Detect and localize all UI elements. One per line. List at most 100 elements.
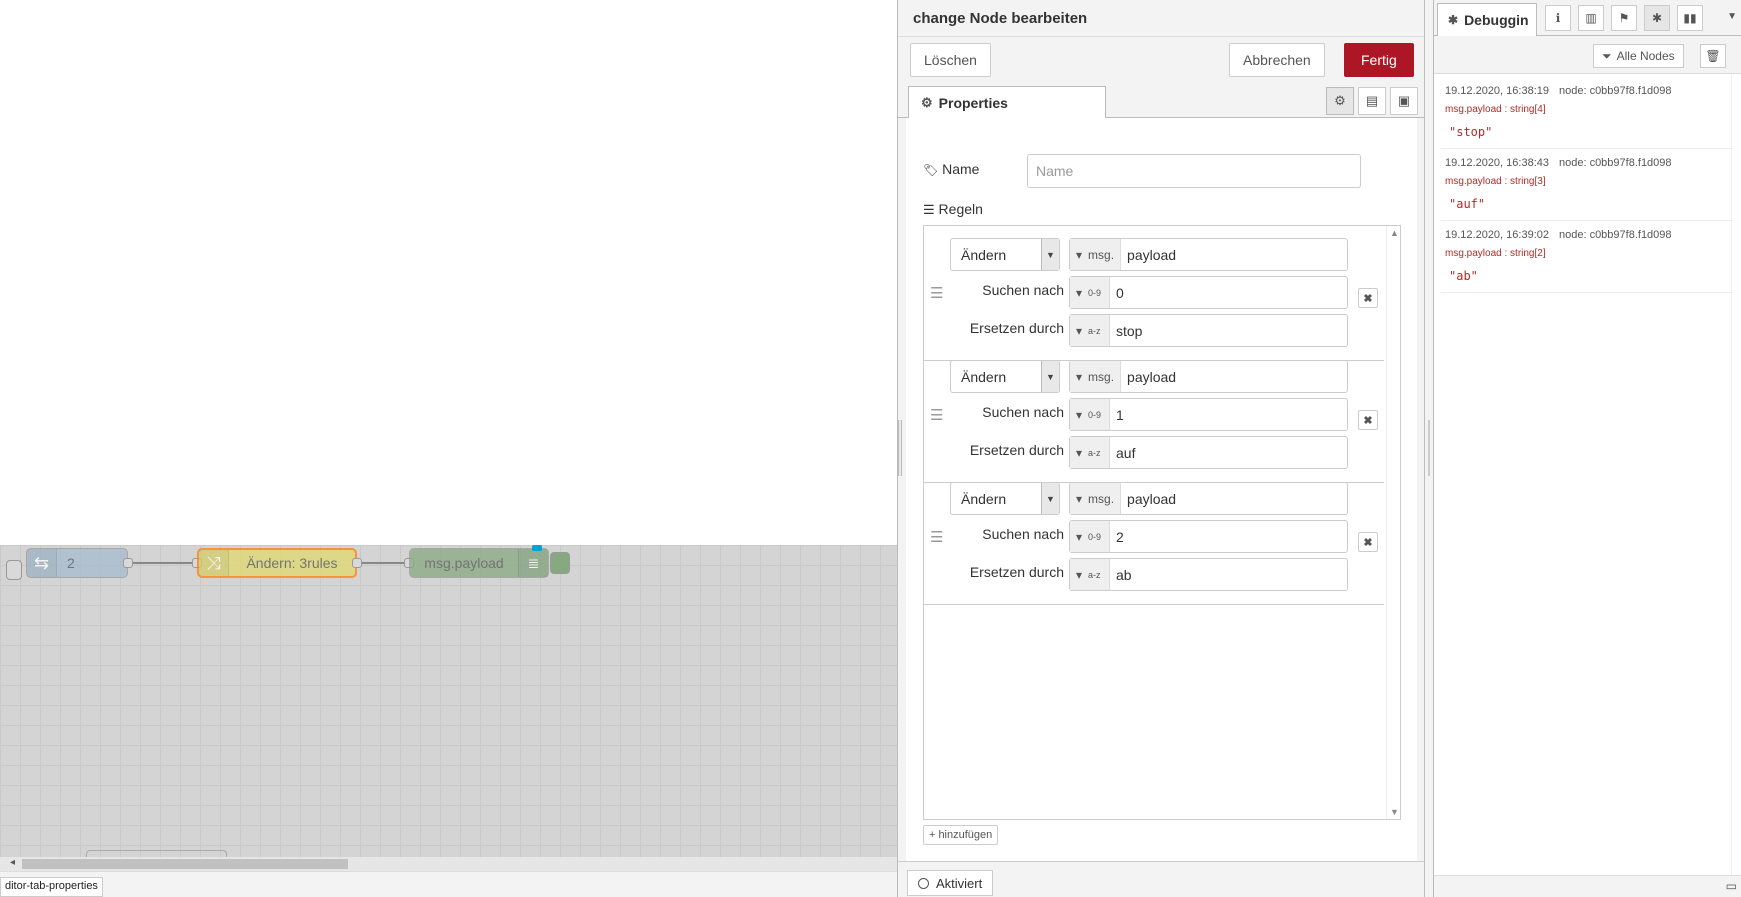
cancel-button[interactable]: Abbrechen	[1229, 43, 1325, 77]
wire[interactable]	[133, 562, 195, 564]
rule-item: ☰ Ändern ▼ ▾ msg. payload Suchen nach ▾ 0-…	[924, 470, 1384, 605]
appearance-icon: ▣	[1397, 93, 1411, 108]
debug-message-meta: 19.12.2020, 16:38:43 node: c0bb97f8.f1d09…	[1445, 157, 1672, 169]
rule-search-input[interactable]: ▾ 0-9 1	[1069, 398, 1348, 431]
status-tooltip: ditor-tab-properties	[0, 877, 103, 897]
type-select[interactable]: ▾ 0-9	[1070, 521, 1110, 552]
help-tab-button[interactable]: ▥	[1578, 5, 1604, 31]
rule-search-input[interactable]: ▾ 0-9 0	[1069, 276, 1348, 309]
node-output-port[interactable]	[352, 558, 362, 568]
rule-target-input[interactable]: ▾ msg. payload	[1069, 482, 1348, 515]
chevron-down-icon: ▼	[1041, 361, 1059, 392]
rule-replace-input[interactable]: ▾ a-z auf	[1069, 436, 1348, 469]
scroll-left-icon[interactable]: ◂	[10, 857, 15, 868]
type-select[interactable]: ▾ msg.	[1070, 239, 1122, 270]
rule-replace-input[interactable]: ▾ a-z ab	[1069, 558, 1348, 591]
separator-grip[interactable]	[1428, 420, 1430, 476]
flow-node-change[interactable]: ⤨ Ändern: 3rules	[197, 548, 357, 578]
type-select[interactable]: ▾ msg.	[1070, 483, 1122, 514]
rules-label: ☰ Regeln	[923, 201, 983, 217]
rule-target-input[interactable]: ▾ msg. payload	[1069, 360, 1348, 393]
debug-message-path[interactable]: msg.payload : string[2]	[1445, 248, 1546, 259]
list-icon: ≣	[518, 549, 548, 577]
rule-action-select[interactable]: Ändern ▼	[950, 238, 1060, 271]
replace-label: Ersetzen durch	[969, 564, 1064, 580]
node-description-tab-button[interactable]: ▤	[1358, 87, 1386, 115]
bug-icon: ✱	[1448, 13, 1459, 27]
debug-scrollbar[interactable]	[1731, 74, 1741, 875]
type-select[interactable]: ▾ 0-9	[1070, 399, 1110, 430]
flow-node-debug[interactable]: msg.payload ≣	[409, 548, 549, 578]
debug-toggle-button[interactable]	[550, 552, 570, 574]
workspace-grid[interactable]: ⇆ 2 ⤨ Ändern: 3rules msg.payload ≣	[0, 545, 897, 860]
book-icon: ▥	[1585, 11, 1597, 25]
remove-rule-button[interactable]: ✖	[1358, 410, 1378, 430]
filter-nodes-button[interactable]: ⏷ Alle Nodes	[1593, 44, 1684, 68]
editor-tray: change Node bearbeiten Löschen Abbrechen…	[897, 0, 1425, 897]
type-select[interactable]: ▾ a-z	[1070, 315, 1110, 346]
workspace-horizontal-scrollbar[interactable]: ◂	[0, 857, 897, 871]
monitor-icon[interactable]: ▭	[1726, 879, 1737, 893]
remove-rule-button[interactable]: ✖	[1358, 532, 1378, 552]
rule-replace-input[interactable]: ▾ a-z stop	[1069, 314, 1348, 347]
drag-handle-icon[interactable]: ☰	[930, 284, 943, 302]
add-rule-button[interactable]: + hinzufügen	[923, 825, 999, 845]
dashboard-tab-button[interactable]: ▮▮	[1677, 5, 1703, 31]
caret-down-icon[interactable]: ▼	[1727, 11, 1737, 22]
number-type-icon: 0-9	[1088, 531, 1102, 542]
debug-message-path[interactable]: msg.payload : string[3]	[1445, 176, 1546, 187]
name-input[interactable]	[1027, 154, 1361, 188]
debug-message[interactable]: 19.12.2020, 16:39:02 node: c0bb97f8.f1d09…	[1441, 221, 1733, 293]
tab-properties[interactable]: ⚙ Properties	[908, 86, 1106, 119]
flow-node-inject[interactable]: ⇆ 2	[26, 548, 128, 578]
number-type-icon: 0-9	[1088, 409, 1102, 420]
debug-message[interactable]: 19.12.2020, 16:38:43 node: c0bb97f8.f1d09…	[1441, 149, 1733, 221]
info-tab-button[interactable]: ℹ	[1545, 5, 1571, 31]
clear-messages-button[interactable]: 🗑︎	[1700, 44, 1726, 68]
rules-scrollbar[interactable]: ▲ ▼	[1386, 226, 1400, 819]
scroll-down-icon[interactable]: ▼	[1390, 807, 1399, 817]
tab-debug[interactable]: ✱ Debuggin	[1437, 3, 1537, 37]
caret-down-icon: ▾	[1076, 407, 1083, 422]
remove-rule-button[interactable]: ✖	[1358, 288, 1378, 308]
rule-search-input[interactable]: ▾ 0-9 2	[1069, 520, 1348, 553]
wire[interactable]	[362, 562, 407, 564]
tray-resize-handle[interactable]	[898, 420, 902, 476]
flow-workspace[interactable]: ⇆ 2 ⤨ Ändern: 3rules msg.payload ≣ ◂ dit…	[0, 0, 897, 897]
caret-down-icon: ▾	[1076, 285, 1083, 300]
rule-target-input[interactable]: ▾ msg. payload	[1069, 238, 1348, 271]
debug-message-value: "stop"	[1449, 125, 1493, 139]
scroll-up-icon[interactable]: ▲	[1390, 228, 1399, 238]
type-select[interactable]: ▾ a-z	[1070, 437, 1110, 468]
string-type-icon: a-z	[1088, 569, 1101, 580]
close-icon: ✖	[1363, 414, 1373, 427]
node-enabled-toggle[interactable]: Aktiviert	[907, 870, 994, 896]
debug-message-path[interactable]: msg.payload : string[4]	[1445, 104, 1546, 115]
replace-label: Ersetzen durch	[969, 320, 1064, 336]
rules-list[interactable]: ☰ Ändern ▼ ▾ msg. payload Suchen nach ▾ 0-…	[923, 225, 1401, 820]
tray-footer: Aktiviert	[898, 861, 1424, 897]
rule-action-select[interactable]: Ändern ▼	[950, 360, 1060, 393]
debug-tab-button[interactable]: ✱	[1644, 5, 1670, 31]
search-label: Suchen nach	[982, 282, 1064, 298]
type-select[interactable]: ▾ a-z	[1070, 559, 1110, 590]
scrollbar-thumb[interactable]	[22, 859, 348, 869]
sidebar-separator[interactable]	[1425, 0, 1433, 897]
debug-message[interactable]: 19.12.2020, 16:38:19 node: c0bb97f8.f1d09…	[1441, 77, 1733, 149]
node-properties-tab-button[interactable]: ⚙	[1326, 87, 1354, 115]
drag-handle-icon[interactable]: ☰	[930, 528, 943, 546]
rule-action-select[interactable]: Ändern ▼	[950, 482, 1060, 515]
rule-item: ☰ Ändern ▼ ▾ msg. payload Suchen nach ▾ 0-…	[924, 226, 1384, 361]
workspace-blank-area[interactable]	[0, 0, 897, 545]
type-select[interactable]: ▾ 0-9	[1070, 277, 1110, 308]
plus-icon: +	[929, 829, 936, 841]
config-tab-button[interactable]: ⚑	[1611, 5, 1637, 31]
done-button[interactable]: Fertig	[1344, 43, 1414, 77]
node-port[interactable]	[6, 560, 22, 580]
node-output-port[interactable]	[123, 558, 133, 568]
delete-button[interactable]: Löschen	[910, 43, 991, 77]
drag-handle-icon[interactable]: ☰	[930, 406, 943, 424]
node-appearance-tab-button[interactable]: ▣	[1390, 87, 1418, 115]
divider	[898, 36, 1424, 37]
type-select[interactable]: ▾ msg.	[1070, 361, 1122, 392]
